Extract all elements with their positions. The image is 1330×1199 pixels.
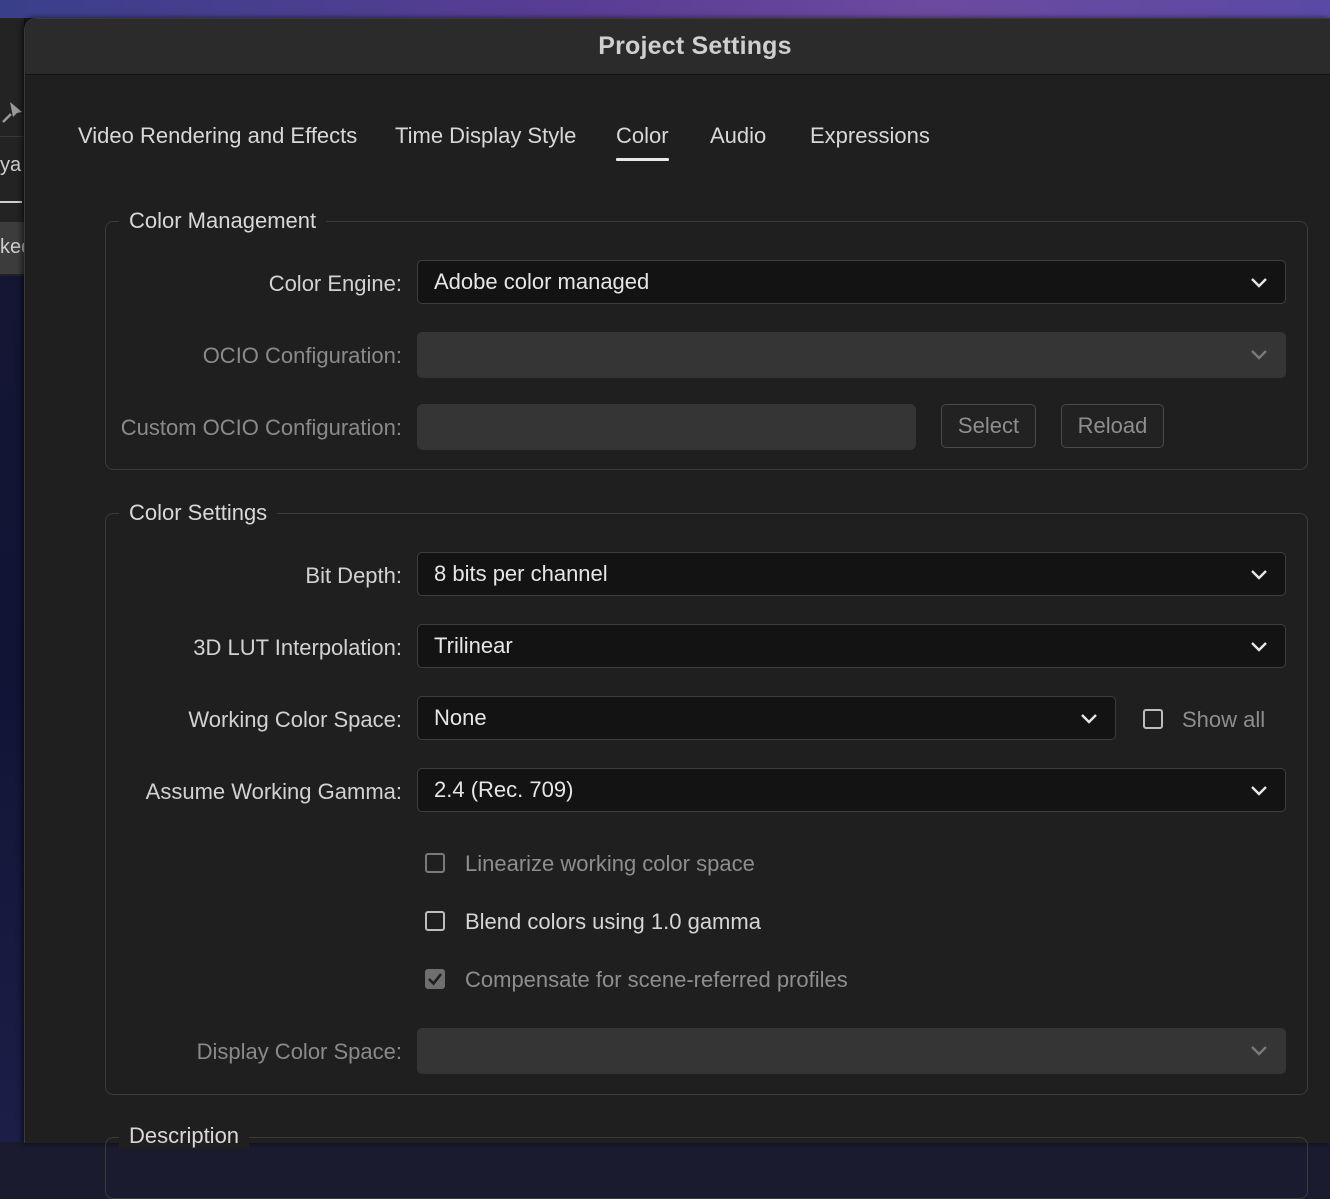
background-panel: ya ked <box>0 18 32 276</box>
chevron-down-icon <box>1081 714 1097 724</box>
lut-interpolation-label: 3D LUT Interpolation: <box>193 635 402 660</box>
working-gamma-label: Assume Working Gamma: <box>145 779 402 804</box>
divider <box>0 136 24 137</box>
custom-ocio-field[interactable] <box>417 404 916 450</box>
working-gamma-value: 2.4 (Rec. 709) <box>434 777 574 802</box>
compensate-label: Compensate for scene-referred profiles <box>465 967 848 992</box>
tab-color[interactable]: Color <box>616 123 669 161</box>
background-label: ya <box>0 154 22 176</box>
working-color-space-value: None <box>434 705 487 730</box>
pin-icon <box>2 102 22 123</box>
color-engine-dropdown[interactable]: Adobe color managed <box>417 260 1286 304</box>
tab-time-display-style[interactable]: Time Display Style <box>395 123 576 149</box>
working-color-space-dropdown[interactable]: None <box>417 696 1116 740</box>
display-color-space-label: Display Color Space: <box>196 1039 402 1064</box>
color-engine-value: Adobe color managed <box>434 269 650 294</box>
lut-interpolation-dropdown[interactable]: Trilinear <box>417 624 1286 668</box>
description-legend: Description <box>119 1123 250 1149</box>
show-all-checkbox[interactable] <box>1143 709 1163 729</box>
bit-depth-dropdown[interactable]: 8 bits per channel <box>417 552 1286 596</box>
tab-expressions[interactable]: Expressions <box>810 123 930 149</box>
description-group <box>105 1137 1308 1199</box>
ocio-configuration-dropdown[interactable] <box>417 332 1286 378</box>
bit-depth-value: 8 bits per channel <box>434 561 608 586</box>
linearize-label: Linearize working color space <box>465 851 755 876</box>
tab-video-rendering[interactable]: Video Rendering and Effects <box>78 123 357 149</box>
color-settings-legend: Color Settings <box>119 500 278 526</box>
blend-gamma-checkbox[interactable] <box>425 911 445 931</box>
color-engine-label: Color Engine: <box>268 271 402 296</box>
display-color-space-dropdown[interactable] <box>417 1028 1286 1074</box>
desktop-background <box>0 0 1330 18</box>
blend-gamma-label: Blend colors using 1.0 gamma <box>465 909 761 934</box>
checkmark-icon <box>428 973 443 986</box>
compensate-checkbox[interactable] <box>425 969 445 989</box>
background-selected-row: ked <box>0 222 32 274</box>
chevron-down-icon <box>1251 642 1267 652</box>
chevron-down-icon <box>1251 786 1267 796</box>
project-settings-dialog: Project Settings Video Rendering and Eff… <box>24 18 1330 1199</box>
chevron-down-icon <box>1251 1046 1267 1056</box>
linearize-checkbox[interactable] <box>425 853 445 873</box>
tab-audio[interactable]: Audio <box>710 123 766 149</box>
working-gamma-dropdown[interactable]: 2.4 (Rec. 709) <box>417 768 1286 812</box>
chevron-down-icon <box>1251 350 1267 360</box>
background-underline <box>0 201 22 203</box>
show-all-label: Show all <box>1182 707 1266 732</box>
chevron-down-icon <box>1251 278 1267 288</box>
bit-depth-label: Bit Depth: <box>305 563 402 588</box>
lut-interpolation-value: Trilinear <box>434 633 513 658</box>
custom-ocio-label: Custom OCIO Configuration: <box>120 415 402 440</box>
ocio-configuration-label: OCIO Configuration: <box>202 343 402 368</box>
color-management-legend: Color Management <box>119 208 327 234</box>
working-color-space-label: Working Color Space: <box>188 707 402 732</box>
titlebar[interactable]: Project Settings <box>25 19 1330 75</box>
chevron-down-icon <box>1251 570 1267 580</box>
select-button[interactable]: Select <box>941 404 1036 448</box>
dialog-title: Project Settings <box>598 32 792 60</box>
reload-button[interactable]: Reload <box>1061 404 1164 448</box>
